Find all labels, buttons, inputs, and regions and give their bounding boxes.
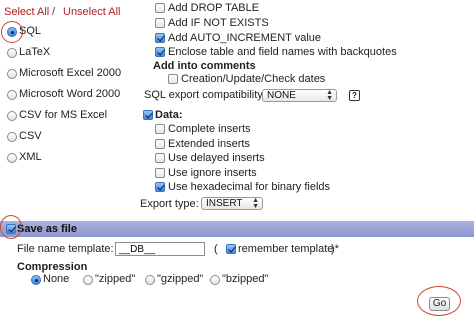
delayed-inserts-checkbox[interactable] <box>155 153 165 163</box>
paren-open: ( <box>214 243 218 255</box>
add-if-not-exists-label: Add IF NOT EXISTS <box>168 17 269 29</box>
csv-label: CSV <box>19 130 42 142</box>
export-type-label: Export type: <box>140 198 199 210</box>
unselect-all-link[interactable]: Unselect All <box>63 6 120 18</box>
compression-gzipped-radio[interactable] <box>145 275 155 285</box>
enclose-backquotes-label: Enclose table and field names with backq… <box>168 46 397 58</box>
add-drop-table-label: Add DROP TABLE <box>168 2 260 14</box>
data-label: Data: <box>155 109 183 121</box>
excel-radio[interactable] <box>7 69 17 79</box>
save-as-file-label: Save as file <box>17 223 77 235</box>
compression-none-radio[interactable] <box>31 275 41 285</box>
sql-label: SQL <box>19 25 42 37</box>
remember-template-checkbox[interactable] <box>226 244 236 254</box>
enclose-backquotes-checkbox[interactable] <box>155 47 165 57</box>
file-template-label: File name template: <box>17 243 114 255</box>
compression-zipped-label: "zipped" <box>95 273 136 285</box>
file-template-input[interactable] <box>115 242 205 256</box>
add-if-not-exists-checkbox[interactable] <box>155 18 165 28</box>
remember-template-label: remember template <box>238 243 334 255</box>
ignore-inserts-checkbox[interactable] <box>155 168 165 178</box>
csv-excel-label: CSV for MS Excel <box>19 109 108 121</box>
delayed-inserts-label: Use delayed inserts <box>168 152 265 164</box>
compression-bzipped-radio[interactable] <box>210 275 220 285</box>
add-drop-table-checkbox[interactable] <box>155 3 165 13</box>
data-checkbox[interactable] <box>143 110 153 120</box>
help-icon[interactable]: ? <box>349 90 360 101</box>
xml-radio[interactable] <box>7 153 17 163</box>
paren-close: )* <box>331 243 339 255</box>
complete-inserts-checkbox[interactable] <box>155 124 165 134</box>
complete-inserts-label: Complete inserts <box>168 123 251 135</box>
compression-zipped-radio[interactable] <box>83 275 93 285</box>
extended-inserts-label: Extended inserts <box>168 138 250 150</box>
ignore-inserts-label: Use ignore inserts <box>168 167 257 179</box>
select-all-link[interactable]: Select All <box>4 6 49 18</box>
add-auto-increment-checkbox[interactable] <box>155 33 165 43</box>
excel-label: Microsoft Excel 2000 <box>19 67 122 79</box>
creation-dates-label: Creation/Update/Check dates <box>181 73 326 85</box>
link-separator: / <box>52 6 56 18</box>
hex-binary-label: Use hexadecimal for binary fields <box>168 181 331 193</box>
xml-label: XML <box>19 151 42 163</box>
latex-radio[interactable] <box>7 48 17 58</box>
sql-radio[interactable] <box>7 27 17 37</box>
csv-radio[interactable] <box>7 132 17 142</box>
save-as-file-checkbox[interactable] <box>6 224 16 234</box>
comments-heading: Add into comments <box>153 60 256 72</box>
export-type-value: INSERT <box>206 198 243 209</box>
select-arrows-icon: ▲ ▼ <box>252 197 259 210</box>
creation-dates-checkbox[interactable] <box>168 74 178 84</box>
word-radio[interactable] <box>7 90 17 100</box>
compatibility-value: NONE <box>267 90 296 101</box>
compression-label: Compression <box>17 261 88 273</box>
compression-bzipped-label: "bzipped" <box>222 273 269 285</box>
latex-label: LaTeX <box>19 46 51 58</box>
compatibility-label: SQL export compatibility: <box>144 89 266 101</box>
compatibility-select[interactable]: NONE ▲ ▼ <box>262 89 337 102</box>
compression-gzipped-label: "gzipped" <box>157 273 204 285</box>
go-button[interactable]: Go <box>429 297 450 311</box>
extended-inserts-checkbox[interactable] <box>155 139 165 149</box>
word-label: Microsoft Word 2000 <box>19 88 121 100</box>
export-type-select[interactable]: INSERT ▲ ▼ <box>201 197 263 210</box>
csv-excel-radio[interactable] <box>7 111 17 121</box>
hex-binary-checkbox[interactable] <box>155 182 165 192</box>
compression-none-label: None <box>43 273 70 285</box>
add-auto-increment-label: Add AUTO_INCREMENT value <box>168 32 322 44</box>
select-arrows-icon: ▲ ▼ <box>326 89 333 102</box>
